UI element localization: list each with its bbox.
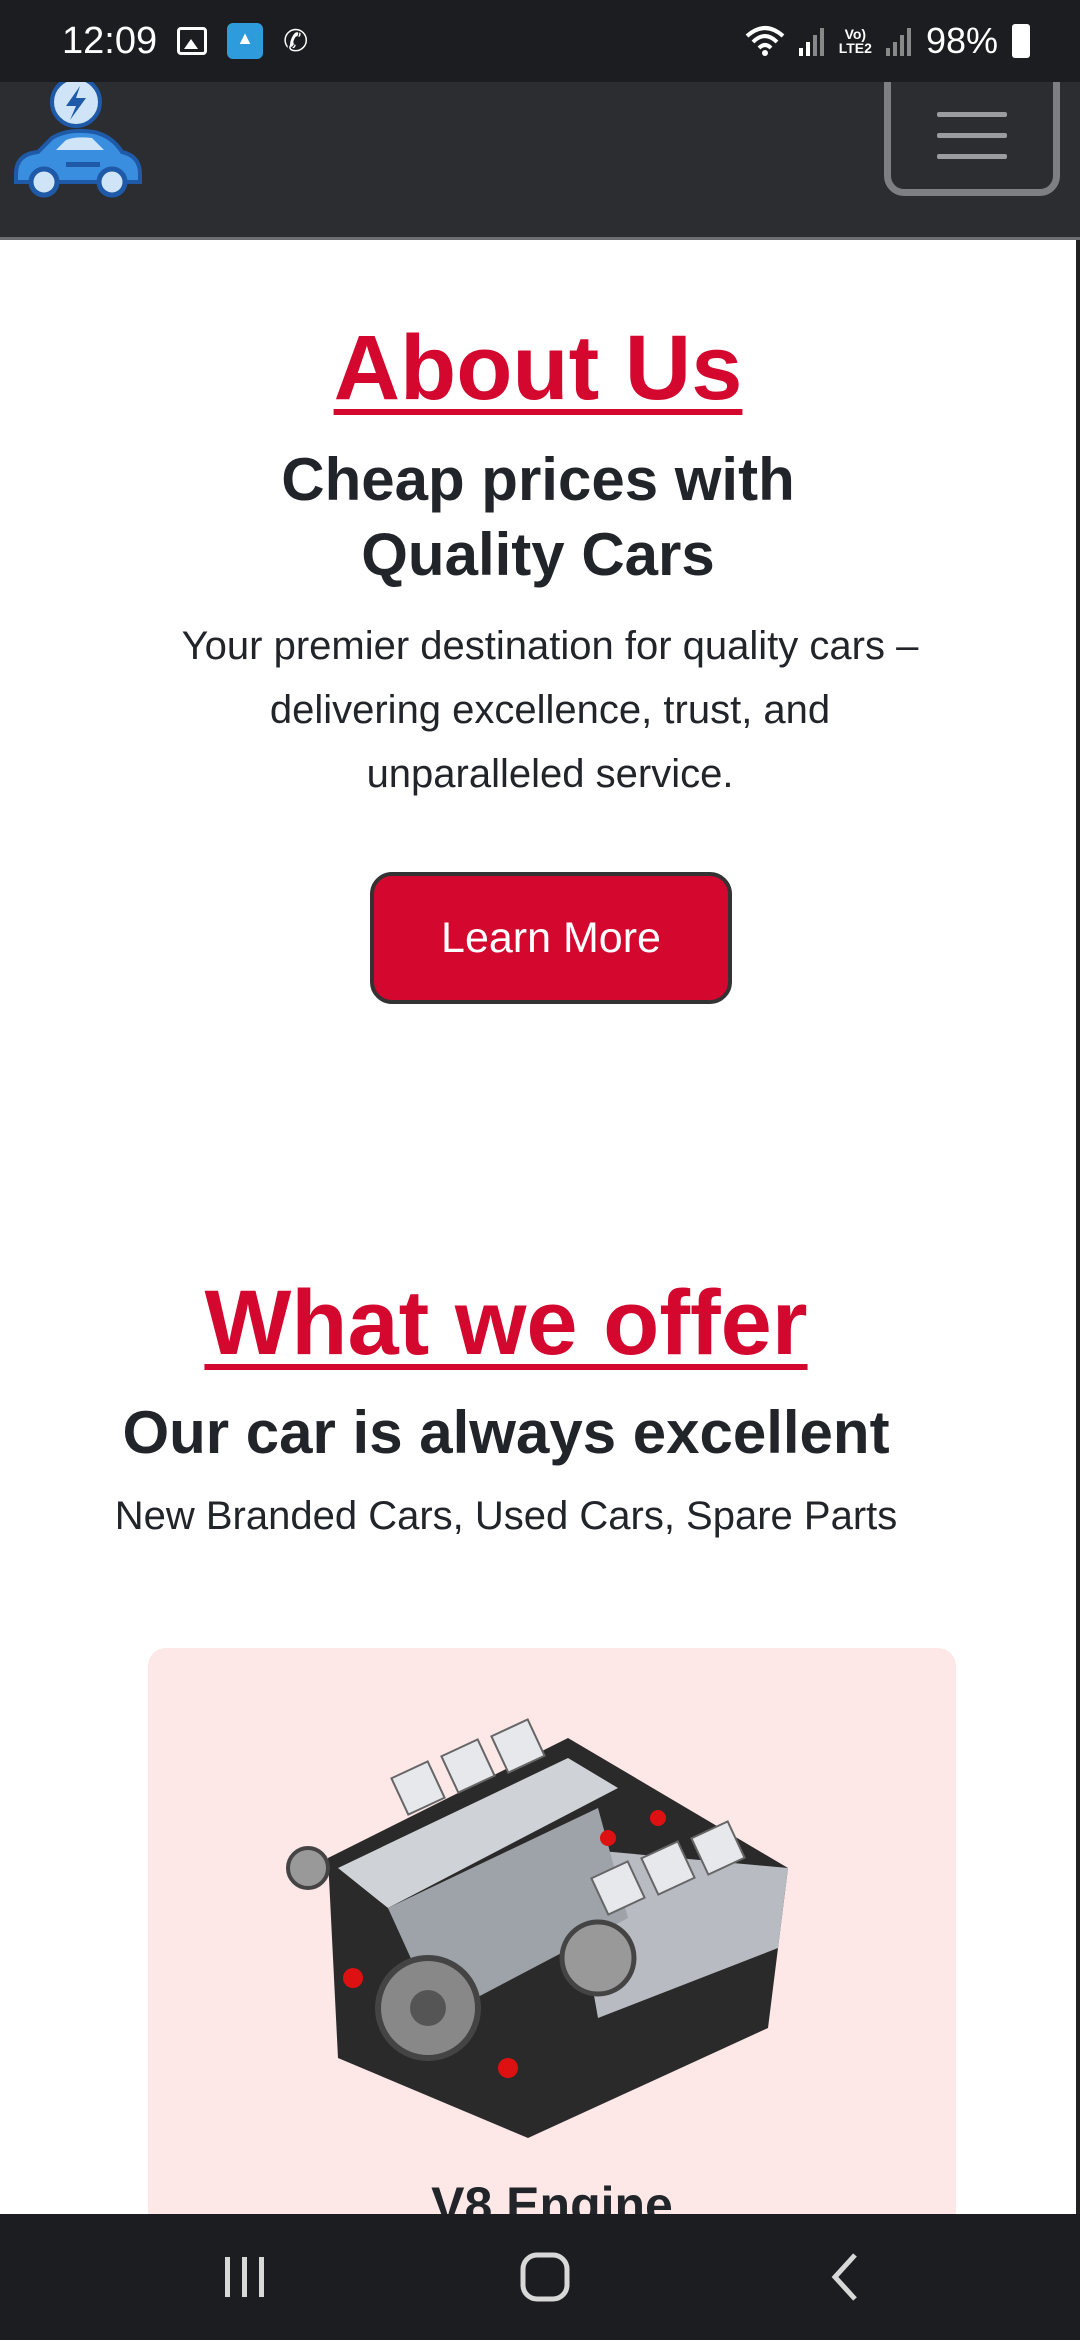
status-bar: 12:09 ✆ Vo)LTE2 98% (0, 0, 1080, 82)
system-nav-bar (0, 2214, 1080, 2340)
offer-subtitle: Our car is always excellent (122, 1399, 890, 1466)
recent-apps-icon (225, 2257, 264, 2297)
status-right: Vo) LTE2 98% (745, 20, 1030, 62)
offer-list: New Branded Cars, Used Cars, Spare Parts (114, 1494, 898, 1538)
v8-engine-image (286, 1718, 788, 2138)
battery-percent: 98% (925, 20, 998, 61)
home-icon (520, 2252, 570, 2302)
status-left: 12:09 ✆ (62, 20, 308, 63)
hamburger-line (937, 133, 1007, 138)
recent-apps-button[interactable] (190, 2214, 300, 2340)
clock: 12:09 (62, 19, 158, 62)
offer-title: What we offer (204, 1272, 808, 1374)
learn-more-button[interactable]: Learn More (370, 872, 732, 1004)
back-icon (831, 2253, 857, 2301)
about-title: About Us (333, 317, 743, 419)
hamburger-menu-icon (937, 112, 1007, 117)
battery-icon (1012, 24, 1030, 58)
hamburger-menu-button[interactable] (884, 82, 1060, 196)
hamburger-line (937, 154, 1007, 159)
back-button[interactable] (790, 2214, 900, 2340)
volte-lte2-icon: Vo) LTE2 (838, 26, 872, 56)
image-icon (177, 27, 208, 55)
home-button[interactable] (490, 2214, 600, 2340)
about-description-line2: delivering excellence, trust, and (269, 688, 831, 732)
cloud-upload-icon (227, 23, 264, 59)
wifi-calling-icon: ✆ (283, 24, 309, 58)
car-bolt-logo-icon[interactable] (8, 82, 144, 202)
about-description-line1: Your premier destination for quality car… (181, 624, 919, 668)
signal-icon (885, 28, 911, 56)
product-card[interactable]: V8 Engine (148, 1648, 956, 2214)
wifi-icon (745, 26, 785, 56)
about-subtitle-line2: Quality Cars (361, 521, 715, 588)
navbar (0, 82, 1080, 240)
signal-icon (798, 28, 824, 56)
about-subtitle-line1: Cheap prices with (281, 446, 795, 513)
main-content: About Us Cheap prices with Quality Cars … (0, 240, 1080, 2214)
about-description-line3: unparalleled service. (366, 752, 734, 796)
product-card-title: V8 Engine (431, 2177, 673, 2214)
